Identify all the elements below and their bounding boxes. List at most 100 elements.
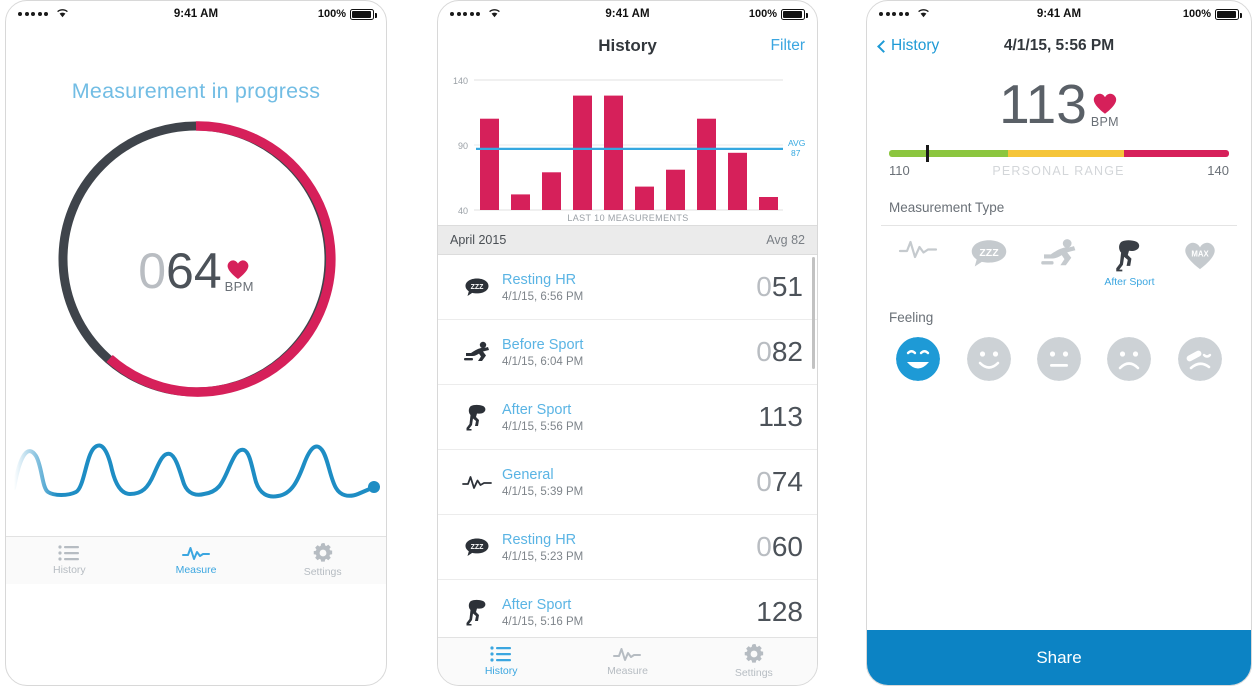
row-text: General 4/1/15, 5:39 PM xyxy=(498,466,756,497)
svg-text:ZZZ: ZZZ xyxy=(471,284,485,291)
measurement-list[interactable]: ZZZ Resting HR 4/1/15, 6:56 PM 051 Befor… xyxy=(438,255,817,637)
bar-3 xyxy=(542,172,561,210)
phone-screen-detail: 9:41 AM 100% History 4/1/15, 5:56 PM 113… xyxy=(866,0,1252,686)
row-label: Resting HR xyxy=(502,532,577,549)
face-grin-icon xyxy=(896,337,941,381)
table-row[interactable]: After Sport 4/1/15, 5:16 PM 128 xyxy=(438,580,817,637)
share-button[interactable]: Share xyxy=(867,630,1251,685)
row-value: 074 xyxy=(756,466,803,498)
row-value: 051 xyxy=(756,271,803,303)
row-label: Resting HR xyxy=(502,272,577,289)
zzz-bubble-icon: ZZZ xyxy=(456,537,498,557)
ytick-90: 90 xyxy=(458,141,468,151)
tab-settings-label: Settings xyxy=(303,566,342,578)
personal-range: 110 PERSONAL RANGE 140 xyxy=(889,145,1229,178)
feeling-frown[interactable] xyxy=(1094,337,1164,381)
row-value-digits: 82 xyxy=(771,336,803,367)
pulse-icon xyxy=(899,240,938,259)
tab-measure[interactable]: Measure xyxy=(564,638,690,685)
table-row[interactable]: ZZZ Resting HR 4/1/15, 5:23 PM 060 xyxy=(438,515,817,580)
tab-history-label: History xyxy=(484,665,518,677)
back-button[interactable]: History xyxy=(877,37,940,55)
runner-crouch-icon xyxy=(456,341,498,363)
gauge-readout: 064 BPM xyxy=(6,246,386,296)
app-store-screenshot-set: 9:41 AM 100% Measurement in progress 064… xyxy=(0,0,1256,689)
row-text: After Sport 4/1/15, 5:56 PM xyxy=(498,401,758,432)
measurement-type-section: Measurement Type ZZZ After Sport MAX xyxy=(867,200,1251,288)
tab-settings[interactable]: Settings xyxy=(259,537,386,584)
measurement-type-after-sport[interactable]: After Sport xyxy=(1094,238,1164,288)
row-value: 128 xyxy=(756,596,803,628)
bar-10 xyxy=(759,197,778,210)
row-value: 082 xyxy=(756,336,803,368)
row-datetime: 4/1/15, 5:39 PM xyxy=(502,485,584,498)
battery-percent: 100% xyxy=(748,8,777,20)
row-label: General xyxy=(502,467,554,484)
bpm-unit-label: BPM xyxy=(1090,115,1119,129)
measurement-type-before-sport[interactable] xyxy=(1024,238,1094,288)
table-row[interactable]: Before Sport 4/1/15, 6:04 PM 082 xyxy=(438,320,817,385)
row-value-digits: 128 xyxy=(756,596,803,627)
scrollbar[interactable] xyxy=(812,257,815,369)
bpm-side: BPM xyxy=(225,257,254,296)
battery-full-icon xyxy=(350,8,377,20)
pulse-waveform-svg xyxy=(12,443,380,499)
status-bar: 9:41 AM 100% xyxy=(438,1,817,27)
chevron-left-icon xyxy=(877,39,890,53)
list-icon xyxy=(58,545,80,561)
bar-2 xyxy=(511,194,530,210)
feeling-section: Feeling xyxy=(867,310,1251,381)
bar-chart-svg: 140 90 40 AVG 87 LAST 10 MEASUREMENTS xyxy=(453,76,805,223)
bar-5 xyxy=(604,95,623,210)
filter-button[interactable]: Filter xyxy=(771,37,805,55)
range-segment-low xyxy=(889,150,1008,157)
bar-series xyxy=(480,95,778,210)
pulse-icon xyxy=(182,547,210,560)
tab-history[interactable]: History xyxy=(6,537,133,584)
bpm-unit-label: BPM xyxy=(224,279,254,294)
feeling-neutral[interactable] xyxy=(1024,337,1094,381)
tab-settings-label: Settings xyxy=(734,667,773,679)
feeling-grin[interactable] xyxy=(883,337,953,381)
gear-icon xyxy=(313,543,332,562)
bpm-digits: 64 xyxy=(166,243,222,299)
feeling-smile[interactable] xyxy=(953,337,1023,381)
measurement-type-resting[interactable]: ZZZ xyxy=(953,238,1023,288)
heart-icon xyxy=(1093,93,1117,114)
feeling-sick[interactable] xyxy=(1165,337,1235,381)
status-bar: 9:41 AM 100% xyxy=(6,1,386,27)
measurement-type-max[interactable]: MAX xyxy=(1165,238,1235,288)
status-right: 100% xyxy=(748,8,808,20)
range-min-label: 110 xyxy=(889,163,910,178)
bpm-leading-zero: 0 xyxy=(138,243,167,299)
face-neutral-icon xyxy=(1037,337,1082,381)
battery-full-icon xyxy=(1215,8,1242,20)
bpm-number: 113 xyxy=(999,73,1087,135)
tab-settings[interactable]: Settings xyxy=(691,638,817,685)
nav-bar: History Filter xyxy=(438,27,817,65)
tab-measure-label: Measure xyxy=(607,665,648,677)
measurement-type-title: Measurement Type xyxy=(889,200,1005,215)
row-value-digits: 113 xyxy=(758,401,803,432)
back-label: History xyxy=(891,37,940,54)
table-row[interactable]: General 4/1/15, 5:39 PM 074 xyxy=(438,450,817,515)
table-row[interactable]: After Sport 4/1/15, 5:56 PM 113 xyxy=(438,385,817,450)
runner-crouch-icon xyxy=(1041,239,1076,266)
tab-bar: History Measure Settings xyxy=(438,637,817,685)
row-text: Resting HR 4/1/15, 5:23 PM xyxy=(498,531,756,562)
table-row[interactable]: ZZZ Resting HR 4/1/15, 6:56 PM 051 xyxy=(438,255,817,320)
chart-xlabel: LAST 10 MEASUREMENTS xyxy=(567,213,688,223)
row-value-lead: 0 xyxy=(756,531,772,562)
row-text: Before Sport 4/1/15, 6:04 PM xyxy=(498,336,756,367)
tab-history[interactable]: History xyxy=(438,638,564,685)
tab-measure[interactable]: Measure xyxy=(133,537,260,584)
zzz-bubble-icon: ZZZ xyxy=(971,240,1006,267)
row-datetime: 4/1/15, 5:16 PM xyxy=(502,615,584,628)
row-value-digits: 60 xyxy=(771,531,803,562)
measurement-type-general[interactable] xyxy=(883,238,953,288)
range-segment-high xyxy=(1123,150,1229,157)
measurement-type-selected-caption: After Sport xyxy=(1104,276,1155,288)
bar-7 xyxy=(666,169,685,210)
gear-icon xyxy=(744,644,763,663)
row-label: Before Sport xyxy=(502,337,584,354)
